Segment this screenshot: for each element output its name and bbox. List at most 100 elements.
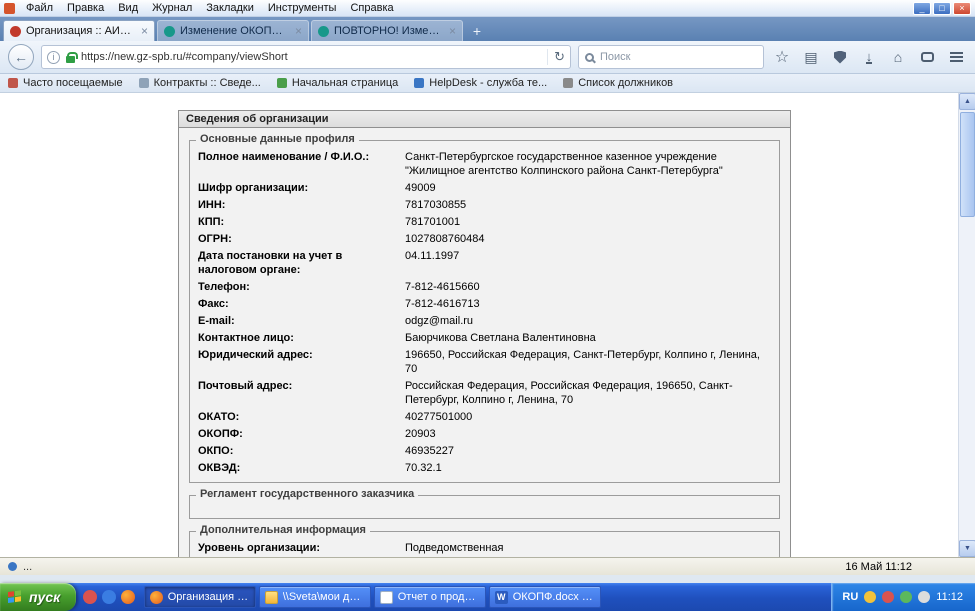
bookmark-label: Часто посещаемые	[23, 77, 123, 89]
bookmark-item[interactable]: Список должников	[563, 77, 673, 89]
tab-favicon-icon	[10, 25, 21, 37]
bookmark-star-icon[interactable]: ☆	[771, 45, 793, 69]
bookmark-icon	[563, 78, 574, 88]
menu-help[interactable]: Справка	[343, 1, 400, 15]
home-icon[interactable]: ⌂	[887, 45, 909, 69]
bookmark-item[interactable]: Часто посещаемые	[8, 77, 123, 89]
field-label: ОКПО:	[198, 445, 234, 457]
menu-file[interactable]: Файл	[19, 1, 60, 15]
scroll-down-icon[interactable]: ▼	[959, 540, 975, 557]
quicklaunch-browser-icon[interactable]	[102, 590, 117, 604]
vertical-scrollbar[interactable]: ▲ ▼	[958, 93, 975, 557]
shield-shape	[834, 50, 846, 64]
bookmark-item[interactable]: Начальная страница	[276, 77, 398, 89]
back-button[interactable]: ←	[8, 44, 34, 70]
lock-icon	[66, 51, 78, 63]
field-value: 196650, Российская Федерация, Санкт-Пете…	[405, 349, 760, 375]
field-label: ИНН:	[198, 199, 226, 211]
chat-bubble-icon[interactable]	[916, 45, 938, 69]
tray-clock: 11:12	[936, 591, 963, 603]
field-value: Баюрчикова Светлана Валентиновна	[405, 332, 596, 344]
bookmarks-menu-icon[interactable]: ▤	[800, 45, 822, 69]
tray-antivirus-icon[interactable]	[882, 591, 895, 603]
field-label: Юридический адрес:	[198, 349, 313, 361]
minimize-button[interactable]: _	[913, 1, 931, 15]
scrollbar-thumb[interactable]	[960, 112, 975, 217]
field-row: ОКВЭД: 70.32.1	[198, 460, 771, 477]
menu-tools[interactable]: Инструменты	[261, 1, 344, 15]
taskbar-item-word[interactable]: W ОКОПФ.docx - Micro...	[488, 586, 601, 608]
search-icon	[585, 52, 594, 62]
maximize-button[interactable]: □	[933, 1, 951, 15]
field-row: Юридический адрес: 196650, Российская Фе…	[198, 347, 771, 378]
bookmark-label: Список должников	[578, 77, 674, 89]
page-title: Сведения об организации	[179, 111, 790, 128]
menu-edit[interactable]: Правка	[60, 1, 111, 15]
menu-history[interactable]: Журнал	[145, 1, 199, 15]
fieldset-legend: Дополнительная информация	[196, 524, 370, 536]
field-value: odgz@mail.ru	[405, 315, 474, 327]
field-label: ОКАТО:	[198, 411, 240, 423]
field-row: ОКАТО: 40277501000	[198, 409, 771, 426]
field-row: Контактное лицо: Баюрчикова Светлана Вал…	[198, 330, 771, 347]
shield-icon[interactable]	[829, 45, 851, 69]
organization-panel: Сведения об организации Основные данные …	[178, 110, 791, 557]
tab-okopf-repeat[interactable]: ПОВТОРНО! Изменение ОКО... ×	[311, 20, 463, 41]
new-tab-button[interactable]: +	[465, 21, 489, 40]
field-value: 40277501000	[405, 411, 473, 423]
bookmark-item[interactable]: Контракты :: Сведе...	[138, 77, 261, 89]
taskbar-item-report[interactable]: Отчет о проделанн...	[373, 586, 486, 608]
field-row: Дата постановки на учет в налоговом орга…	[198, 248, 771, 279]
tab-close-icon[interactable]: ×	[295, 25, 302, 37]
main-profile-fieldset: Основные данные профиля Полное наименова…	[189, 133, 780, 483]
quicklaunch-firefox-icon[interactable]	[121, 590, 136, 604]
field-value: 46935227	[405, 445, 454, 457]
tab-close-icon[interactable]: ×	[141, 25, 148, 37]
taskbar-item-label: ОКОПФ.docx - Micro...	[512, 591, 595, 603]
bookmark-item[interactable]: HelpDesk - служба те...	[414, 77, 547, 89]
field-label: Почтовый адрес:	[198, 380, 293, 392]
tab-close-icon[interactable]: ×	[449, 25, 456, 37]
close-button[interactable]: ×	[953, 1, 971, 15]
tab-okopf-change[interactable]: Изменение ОКОПФ органи... ×	[157, 20, 309, 41]
language-indicator[interactable]: RU	[842, 591, 858, 603]
field-row: ИНН: 7817030855	[198, 197, 771, 214]
quick-launch	[76, 590, 142, 604]
navigation-bar: ← i ↻ ☆ ▤ ↓ ⌂	[0, 41, 975, 74]
url-input[interactable]	[81, 51, 542, 63]
scroll-up-icon[interactable]: ▲	[959, 93, 975, 110]
address-bar[interactable]: i ↻	[41, 45, 571, 69]
status-text: ...	[23, 560, 33, 573]
field-value: 04.11.1997	[405, 250, 460, 262]
field-value: 7-812-4615660	[405, 281, 480, 293]
field-row: Телефон: 7-812-4615660	[198, 279, 771, 296]
downloads-icon[interactable]: ↓	[858, 45, 880, 69]
tab-favicon-icon	[318, 25, 329, 37]
tray-update-icon[interactable]	[864, 591, 877, 603]
field-row: Почтовый адрес: Российская Федерация, Ро…	[198, 378, 771, 409]
tray-network-icon[interactable]	[900, 591, 913, 603]
field-value: 20903	[405, 428, 436, 440]
search-box[interactable]	[578, 45, 764, 69]
search-input[interactable]	[600, 51, 757, 63]
reload-icon[interactable]: ↻	[547, 49, 565, 65]
field-label: КПП:	[198, 216, 225, 228]
field-label: Дата постановки на учет в налоговом орга…	[198, 250, 343, 276]
system-tray: RU 11:12	[831, 583, 975, 611]
menu-view[interactable]: Вид	[111, 1, 145, 15]
menu-bookmarks[interactable]: Закладки	[199, 1, 261, 15]
window-controls: _ □ ×	[913, 1, 973, 15]
bubble-shape	[920, 52, 934, 62]
start-button[interactable]: пуск	[0, 583, 77, 611]
desktop-datetime: 16 Май 11:12	[845, 560, 912, 573]
hamburger-menu-icon[interactable]	[945, 45, 967, 69]
field-value: 7-812-4616713	[405, 298, 480, 310]
tab-organization[interactable]: Организация :: АИС ГЗ ×	[3, 20, 155, 41]
taskbar-item-folder[interactable]: \\Sveta\мои докумен...	[258, 586, 371, 608]
site-info-icon[interactable]: i	[47, 50, 60, 64]
taskbar-item-browser[interactable]: Организация :: АИС ...	[143, 586, 256, 608]
bookmark-icon	[276, 78, 287, 88]
tray-volume-icon[interactable]	[918, 591, 931, 603]
quicklaunch-media-icon[interactable]	[83, 590, 98, 604]
status-icon	[8, 562, 17, 571]
